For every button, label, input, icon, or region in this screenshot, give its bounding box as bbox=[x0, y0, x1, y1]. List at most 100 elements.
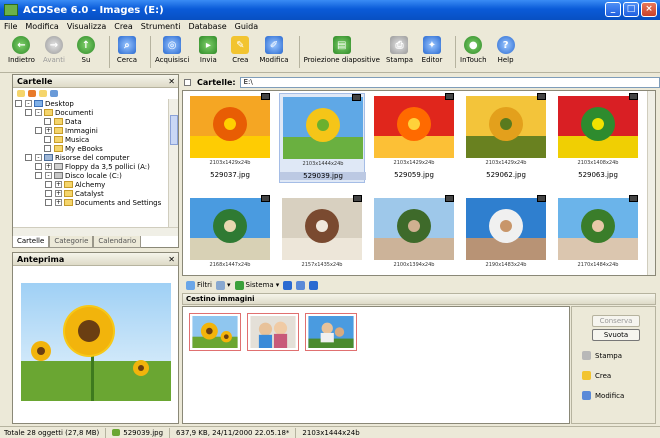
menu-crea[interactable]: Crea bbox=[114, 22, 133, 31]
thumbnail-size-button[interactable] bbox=[283, 280, 293, 290]
tree-item[interactable]: Musica bbox=[13, 135, 178, 144]
menu-visualizza[interactable]: Visualizza bbox=[67, 22, 106, 31]
refresh-icon[interactable] bbox=[50, 90, 58, 97]
tree-item[interactable]: - Disco locale (C:) bbox=[13, 171, 178, 180]
thumbnail-item[interactable]: 2100x1394x24b bbox=[371, 195, 457, 275]
collapse-icon[interactable]: - bbox=[35, 109, 42, 116]
basket-print-action[interactable]: Stampa bbox=[582, 351, 622, 360]
collapse-icon[interactable]: - bbox=[45, 172, 52, 179]
slideshow-button[interactable]: ▤ Proiezione diapositive bbox=[304, 36, 380, 64]
tree-item[interactable]: - Desktop bbox=[13, 99, 178, 108]
address-input[interactable]: E:\ bbox=[239, 77, 660, 88]
floppy-icon bbox=[54, 163, 63, 170]
acquire-button[interactable]: ◎ Acquisisci bbox=[155, 36, 189, 64]
folder-tree-hscrollbar[interactable] bbox=[13, 227, 178, 236]
close-panel-icon[interactable]: ✕ bbox=[168, 253, 175, 266]
basket-edit-action[interactable]: Modifica bbox=[582, 391, 624, 400]
thumbnail-item[interactable]: 2190x1483x24b bbox=[463, 195, 549, 275]
expand-icon[interactable]: + bbox=[55, 190, 62, 197]
intouch-button[interactable]: ● InTouch bbox=[460, 36, 487, 64]
details-view-button[interactable] bbox=[296, 280, 306, 290]
back-arrow-icon: ← bbox=[12, 36, 31, 54]
menu-modifica[interactable]: Modifica bbox=[25, 22, 58, 31]
tree-item[interactable]: + Immagini bbox=[13, 126, 178, 135]
help-button[interactable]: ? Help bbox=[493, 36, 519, 64]
menu-database[interactable]: Database bbox=[188, 22, 226, 31]
tree-item[interactable]: Data bbox=[13, 117, 178, 126]
thumbnail-item[interactable]: 2103x1444x24b 529039.jpg bbox=[279, 93, 366, 183]
send-button[interactable]: ▸ Invia bbox=[195, 36, 221, 64]
thumbnail-item[interactable]: 2170x1484x24b bbox=[555, 195, 641, 275]
sort-button[interactable]: Sistema ▾ bbox=[234, 280, 279, 290]
search-button[interactable]: ⌕ Cerca bbox=[114, 36, 140, 64]
toolbar-divider bbox=[455, 36, 456, 68]
tree-item[interactable]: + Documents and Settings bbox=[13, 198, 178, 207]
thumbnail-meta: 2157x1435x24b bbox=[301, 262, 343, 268]
edit-button[interactable]: ✐ Modifica bbox=[259, 36, 289, 64]
scrollbar-thumb[interactable] bbox=[170, 115, 178, 145]
preview-panel-title: Anteprima bbox=[17, 255, 65, 264]
thumbnail-item[interactable]: 2168x1447x24b bbox=[187, 195, 273, 275]
tree-item[interactable]: - Risorse del computer bbox=[13, 153, 178, 162]
menu-guida[interactable]: Guida bbox=[235, 22, 258, 31]
tag-icon[interactable] bbox=[28, 90, 36, 97]
thumbnail-image bbox=[190, 96, 270, 158]
expand-icon[interactable]: + bbox=[55, 199, 62, 206]
tree-item[interactable]: + Alchemy bbox=[13, 180, 178, 189]
basket-create-action[interactable]: Crea bbox=[582, 371, 611, 380]
thumbnail-filename: 529063.jpg bbox=[578, 171, 618, 179]
basket-item[interactable] bbox=[247, 313, 299, 351]
thumbnail-meta: 2103x1408x24b bbox=[577, 160, 619, 166]
thumbnail-item[interactable]: 2103x1429x24b 529059.jpg bbox=[371, 93, 457, 183]
status-total: Totale 28 oggetti (27,8 MB) bbox=[4, 428, 100, 437]
toolbar-divider bbox=[108, 36, 110, 68]
expand-icon[interactable]: + bbox=[45, 163, 52, 170]
print-button[interactable]: ⎙ Stampa bbox=[386, 36, 413, 64]
select-button[interactable] bbox=[309, 280, 319, 290]
folders-checkbox[interactable] bbox=[184, 79, 191, 86]
image-type-icon bbox=[537, 195, 546, 202]
preview-panel-header: Anteprima ✕ bbox=[13, 253, 178, 266]
save-basket-button[interactable]: Conserva bbox=[592, 315, 640, 327]
basket-item[interactable] bbox=[305, 313, 357, 351]
folder-icon[interactable] bbox=[17, 90, 25, 97]
preview-image bbox=[21, 283, 171, 401]
tab-cartelle[interactable]: Cartelle bbox=[12, 236, 50, 248]
thumbnail-item[interactable]: 2157x1435x24b bbox=[279, 195, 365, 275]
menu-strumenti[interactable]: Strumenti bbox=[141, 22, 181, 31]
forward-arrow-icon: → bbox=[44, 36, 63, 54]
editor-button[interactable]: ✦ Editor bbox=[419, 36, 445, 64]
thumbnail-item[interactable]: 2103x1408x24b 529063.jpg bbox=[555, 93, 641, 183]
folder-open-icon[interactable] bbox=[39, 90, 47, 97]
tab-calendario[interactable]: Calendario bbox=[93, 236, 142, 248]
menu-file[interactable]: File bbox=[4, 22, 17, 31]
collapse-icon[interactable]: - bbox=[35, 154, 42, 161]
tree-item[interactable]: + Floppy da 3,5 pollici (A:) bbox=[13, 162, 178, 171]
collapse-icon[interactable]: - bbox=[25, 100, 32, 107]
grid-scrollbar[interactable] bbox=[647, 91, 655, 275]
forward-button[interactable]: → Avanti bbox=[41, 36, 67, 64]
filters-button[interactable]: Filtri bbox=[186, 280, 212, 290]
thumbnail-item[interactable]: 2103x1429x24b 529062.jpg bbox=[463, 93, 549, 183]
tab-categorie[interactable]: Categorie bbox=[49, 236, 94, 248]
expand-icon[interactable]: + bbox=[45, 127, 52, 134]
close-panel-icon[interactable]: ✕ bbox=[168, 75, 175, 88]
view-mode-button[interactable]: ▾ bbox=[215, 280, 231, 290]
folder-tree-scrollbar[interactable] bbox=[168, 99, 178, 227]
thumbnail-item[interactable]: 2103x1429x24b 529037.jpg bbox=[187, 93, 273, 183]
thumbnail-image bbox=[190, 198, 270, 260]
minimize-button[interactable]: _ bbox=[605, 2, 621, 17]
back-button[interactable]: ← Indietro bbox=[8, 36, 35, 64]
tree-item[interactable]: - Documenti bbox=[13, 108, 178, 117]
basket-item[interactable] bbox=[189, 313, 241, 351]
tree-item[interactable]: My eBooks bbox=[13, 144, 178, 153]
thumbnails-icon bbox=[283, 280, 293, 290]
expand-icon[interactable]: + bbox=[55, 181, 62, 188]
close-button[interactable]: × bbox=[641, 2, 657, 17]
tree-item[interactable]: + Catalyst bbox=[13, 189, 178, 198]
maximize-button[interactable]: □ bbox=[623, 2, 639, 17]
create-button[interactable]: ✎ Crea bbox=[227, 36, 253, 64]
empty-basket-button[interactable]: Svuota bbox=[592, 329, 640, 341]
up-button[interactable]: ↑ Su bbox=[73, 36, 99, 64]
select-icon bbox=[309, 280, 319, 290]
